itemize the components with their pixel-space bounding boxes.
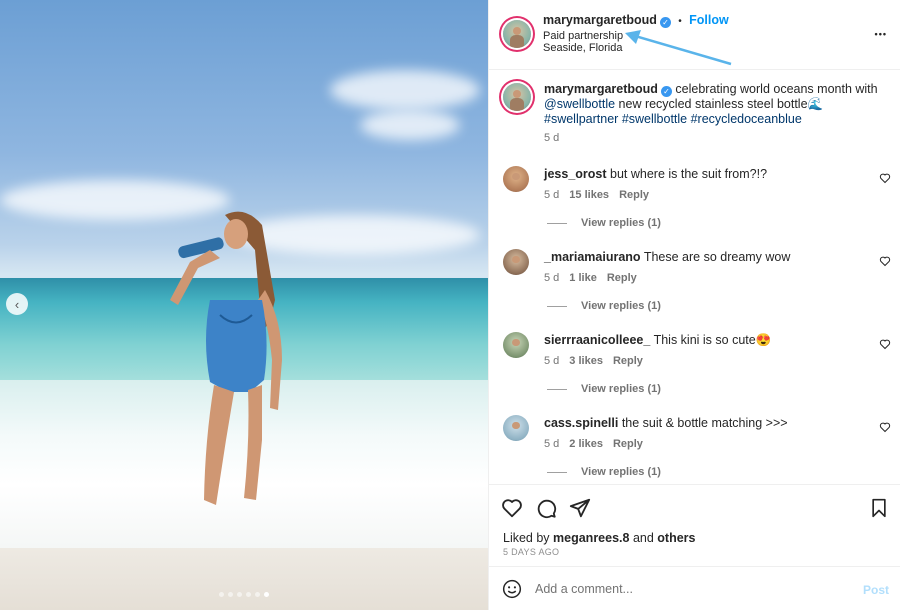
heart-icon[interactable] [879, 172, 891, 184]
liked-by-others-link[interactable]: others [657, 531, 695, 545]
comment-meta: 5 d 2 likes Reply [544, 438, 643, 450]
reply-button[interactable]: Reply [607, 272, 637, 284]
add-comment-bar: Post [489, 566, 900, 610]
view-replies-button[interactable]: View replies (1) [547, 217, 661, 229]
reply-button[interactable]: Reply [619, 189, 649, 201]
carousel-dot [237, 592, 242, 597]
comment-likes[interactable]: 15 likes [569, 189, 609, 201]
reply-button[interactable]: Reply [613, 355, 643, 367]
view-replies-label: View replies (1) [581, 300, 661, 312]
comment-time: 5 d [544, 272, 560, 284]
carousel-dot [219, 592, 224, 597]
comment-item: _mariamaiurano These are so dreamy wow 5… [489, 246, 900, 328]
carousel-dot-active [264, 592, 269, 597]
post-time: 5 DAYS AGO [503, 547, 560, 557]
comment-item: sierrraanicolleee_ This kini is so cute😍… [489, 329, 900, 411]
heart-icon[interactable] [879, 255, 891, 267]
liked-by-and: and [629, 531, 658, 545]
carousel-dot [255, 592, 260, 597]
carousel-dots [0, 592, 488, 597]
more-label: ••• [874, 29, 887, 39]
separator-dot: • [678, 16, 682, 27]
comment-avatar[interactable] [503, 166, 529, 192]
comment-item: cass.spinelli the suit & bottle matching… [489, 412, 900, 494]
caption-username[interactable]: marymargaretboud [544, 82, 658, 96]
comment-username[interactable]: sierrraanicolleee_ [544, 333, 650, 347]
heart-icon[interactable] [501, 497, 523, 519]
comment-body: These are so dreamy wow [640, 250, 791, 264]
comment-body: but where is the suit from?!? [606, 167, 768, 181]
paid-partnership-link[interactable]: Paid partnership [543, 30, 623, 42]
comment-input[interactable] [535, 579, 835, 599]
comment-icon[interactable] [535, 497, 557, 519]
view-replies-button[interactable]: View replies (1) [547, 466, 661, 478]
bookmark-icon[interactable] [869, 497, 889, 519]
comment-body: the suit & bottle matching >>> [618, 416, 788, 430]
caption-avatar[interactable] [503, 83, 531, 111]
avatar[interactable] [503, 20, 531, 48]
comment-username[interactable]: jess_orost [544, 167, 607, 181]
more-icon[interactable]: ••• [875, 24, 887, 42]
comment-likes[interactable]: 3 likes [569, 355, 603, 367]
heart-icon[interactable] [879, 338, 891, 350]
comment-body: This kini is so cute😍 [650, 333, 772, 347]
comment-item: jess_orost but where is the suit from?!?… [489, 163, 900, 245]
post-header: marymargaretboud ✓ • Follow Paid partners… [489, 0, 900, 70]
liked-by-prefix: Liked by [503, 531, 554, 545]
post-photo[interactable]: ‹ [0, 0, 488, 610]
post-actions: Liked by meganrees.8 and others 5 DAYS A… [489, 484, 900, 564]
heart-icon[interactable] [879, 421, 891, 433]
carousel-dot [228, 592, 233, 597]
comment-text: cass.spinelli the suit & bottle matching… [544, 416, 788, 430]
comment-likes[interactable]: 2 likes [569, 438, 603, 450]
comment-meta: 5 d 3 likes Reply [544, 355, 643, 367]
liked-by-text: Liked by meganrees.8 and others [503, 531, 695, 545]
comment-time: 5 d [544, 189, 560, 201]
comment-meta: 5 d 1 like Reply [544, 272, 637, 284]
view-replies-label: View replies (1) [581, 383, 661, 395]
comment-text: _mariamaiurano These are so dreamy wow [544, 250, 790, 264]
view-replies-label: View replies (1) [581, 466, 661, 478]
username-link[interactable]: marymargaretboud [543, 13, 657, 27]
verified-icon: ✓ [659, 17, 671, 28]
comment-time: 5 d [544, 438, 560, 450]
location-link[interactable]: Seaside, Florida [543, 42, 623, 54]
view-replies-button[interactable]: View replies (1) [547, 383, 661, 395]
header-user-row: marymargaretboud ✓ • Follow [543, 13, 729, 28]
view-replies-label: View replies (1) [581, 217, 661, 229]
comment-likes[interactable]: 1 like [569, 272, 597, 284]
carousel-prev-button[interactable]: ‹ [6, 293, 28, 315]
view-replies-button[interactable]: View replies (1) [547, 300, 661, 312]
comment-username[interactable]: _mariamaiurano [544, 250, 641, 264]
chevron-left-icon: ‹ [14, 296, 20, 312]
caption-body-2: new recycled stainless steel bottle🌊 [615, 97, 824, 111]
caption-text: marymargaretboud ✓ celebrating world ocea… [544, 82, 884, 146]
carousel-dot [246, 592, 251, 597]
caption-time: 5 d [544, 132, 560, 144]
comment-meta: 5 d 15 likes Reply [544, 189, 649, 201]
post-button[interactable]: Post [863, 583, 889, 597]
caption-body: celebrating world oceans month with [671, 82, 878, 96]
follow-button[interactable]: Follow [689, 13, 729, 27]
comment-text: sierrraanicolleee_ This kini is so cute😍 [544, 333, 771, 348]
verified-icon: ✓ [660, 86, 672, 97]
reply-button[interactable]: Reply [613, 438, 643, 450]
liked-by-user-link[interactable]: meganrees.8 [553, 531, 629, 545]
share-icon[interactable] [569, 497, 591, 519]
woman-figure [170, 211, 282, 505]
post-panel: marymargaretboud ✓ • Follow Paid partners… [488, 0, 900, 610]
comment-text: jess_orost but where is the suit from?!? [544, 167, 767, 181]
mention-link[interactable]: @swellbottle [544, 97, 615, 111]
comment-avatar[interactable] [503, 415, 529, 441]
comment-username[interactable]: cass.spinelli [544, 416, 618, 430]
hashtags-link[interactable]: #swellpartner #swellbottle #recycledocea… [544, 112, 802, 126]
emoji-icon[interactable] [502, 579, 522, 599]
comment-avatar[interactable] [503, 249, 529, 275]
comment-time: 5 d [544, 355, 560, 367]
comment-avatar[interactable] [503, 332, 529, 358]
